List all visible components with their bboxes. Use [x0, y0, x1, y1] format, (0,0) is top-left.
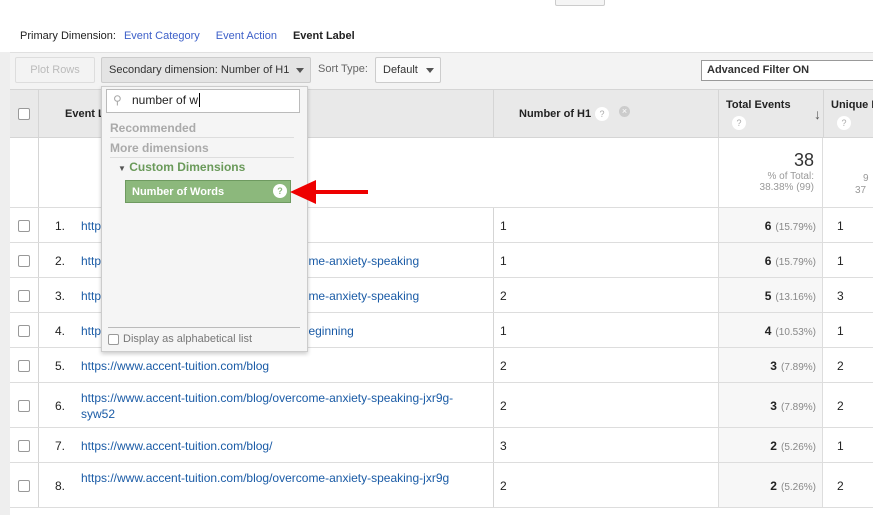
total-events-cell: 2 (5.26%)	[718, 428, 823, 462]
alphabetical-checkbox[interactable]	[108, 333, 119, 345]
event-label-link[interactable]: https://www.accent-tuition.com/blog/over…	[81, 390, 471, 422]
plot-rows-button[interactable]: Plot Rows	[15, 57, 95, 83]
help-icon[interactable]: ?	[595, 107, 609, 121]
unique-events-value: 1	[837, 323, 844, 338]
number-of-h1-value: 1	[500, 253, 507, 268]
caret-down-icon	[296, 68, 304, 73]
primary-dimension-event-category[interactable]: Event Category	[124, 30, 200, 42]
more-dimensions-section[interactable]: More dimensions	[110, 141, 294, 158]
table-row: 5. https://www.accent-tuition.com/blog 2…	[10, 348, 873, 383]
header-unique-events[interactable]: Unique Events ?	[823, 90, 873, 137]
total-events-cell: 2 (5.26%)	[718, 463, 823, 507]
unique-events-value: 1	[837, 218, 844, 233]
search-icon: ⚲	[113, 93, 122, 107]
number-of-h1-value: 2	[500, 398, 507, 413]
number-of-h1-value: 2	[500, 288, 507, 303]
event-label-link[interactable]: https://www.accent-tuition.com/blog	[81, 358, 471, 374]
header-number-of-h1[interactable]: Number of H1 ? ×	[493, 90, 718, 137]
row-checkbox[interactable]	[18, 359, 30, 372]
primary-dimension-bar: Primary Dimension: Event Category Event …	[20, 30, 371, 42]
option-number-of-words[interactable]: Number of Words?	[125, 180, 291, 203]
total-events-cell: 4 (10.53%)	[718, 313, 823, 347]
total-events-cell: 5 (13.16%)	[718, 278, 823, 312]
alphabetical-list-toggle[interactable]: Display as alphabetical list	[108, 327, 300, 345]
sort-type-label: Sort Type:	[318, 63, 368, 75]
number-of-h1-value: 2	[500, 358, 507, 373]
row-number: 6.	[55, 398, 66, 413]
number-of-h1-value: 3	[500, 438, 507, 453]
recommended-section[interactable]: Recommended	[110, 121, 294, 138]
custom-dimensions-group[interactable]: ▼ Custom Dimensions	[118, 160, 245, 174]
row-number: 3.	[55, 288, 66, 303]
unique-events-value: 2	[837, 398, 844, 413]
help-icon[interactable]: ?	[273, 184, 287, 198]
caret-down-icon: ▼	[118, 164, 126, 173]
row-checkbox[interactable]	[18, 219, 30, 232]
secondary-dimension-dropdown[interactable]: Secondary dimension: Number of H1	[101, 57, 311, 83]
primary-dimension-label: Primary Dimension:	[20, 30, 116, 42]
number-of-h1-value: 1	[500, 323, 507, 338]
left-gutter	[0, 52, 10, 515]
number-of-h1-value: 1	[500, 218, 507, 233]
number-of-h1-value: 2	[500, 478, 507, 493]
advanced-filter-field[interactable]: Advanced Filter ON	[701, 60, 873, 81]
row-number: 7.	[55, 438, 66, 453]
row-number: 1.	[55, 218, 66, 233]
row-checkbox[interactable]	[18, 479, 30, 492]
unique-events-value: 2	[837, 478, 844, 493]
table-row: 8. https://www.accent-tuition.com/blog/o…	[10, 463, 873, 508]
unique-events-value: 3	[837, 288, 844, 303]
red-arrow-annotation	[290, 180, 368, 204]
header-total-events[interactable]: Total Events ? ↓	[718, 90, 823, 137]
row-number: 2.	[55, 253, 66, 268]
event-label-link[interactable]: https://www.accent-tuition.com/blog/over…	[81, 470, 471, 486]
total-events-cell: 3 (7.89%)	[718, 348, 823, 382]
row-checkbox[interactable]	[18, 324, 30, 337]
sort-type-value: Default	[383, 64, 418, 76]
row-checkbox[interactable]	[18, 289, 30, 302]
total-events-cell: 3 (7.89%)	[718, 383, 823, 427]
row-number: 5.	[55, 358, 66, 373]
event-label-link[interactable]: https://www.accent-tuition.com/blog/	[81, 438, 471, 454]
summary-unique-events: 9 37	[855, 173, 869, 196]
sort-descending-icon[interactable]: ↓	[814, 106, 821, 122]
help-icon[interactable]: ?	[732, 116, 746, 130]
row-number: 8.	[55, 478, 66, 493]
row-checkbox[interactable]	[18, 399, 30, 412]
remove-dimension-icon[interactable]: ×	[619, 106, 630, 117]
dimension-search-input[interactable]: ⚲ number of w	[106, 89, 300, 113]
primary-dimension-event-label[interactable]: Event Label	[293, 30, 355, 42]
unique-events-value: 2	[837, 358, 844, 373]
row-checkbox[interactable]	[18, 439, 30, 452]
collapse-button[interactable]	[555, 0, 605, 6]
row-checkbox[interactable]	[18, 254, 30, 267]
primary-dimension-event-action[interactable]: Event Action	[216, 30, 277, 42]
total-events-cell: 6 (15.79%)	[718, 243, 823, 277]
help-icon[interactable]: ?	[837, 116, 851, 130]
caret-down-icon	[426, 68, 434, 73]
table-row: 6. https://www.accent-tuition.com/blog/o…	[10, 383, 873, 428]
summary-total-events: 38 % of Total: 38.38% (99)	[718, 138, 823, 208]
unique-events-value: 1	[837, 253, 844, 268]
secondary-dimension-menu: ⚲ number of w Recommended More dimension…	[101, 86, 308, 352]
total-events-cell: 6 (15.79%)	[718, 208, 823, 242]
table-row: 7. https://www.accent-tuition.com/blog/ …	[10, 428, 873, 463]
select-all-checkbox[interactable]	[18, 108, 30, 120]
row-number: 4.	[55, 323, 66, 338]
sort-type-dropdown[interactable]: Default	[375, 57, 441, 83]
secondary-dimension-label: Secondary dimension: Number of H1	[109, 64, 290, 76]
unique-events-value: 1	[837, 438, 844, 453]
